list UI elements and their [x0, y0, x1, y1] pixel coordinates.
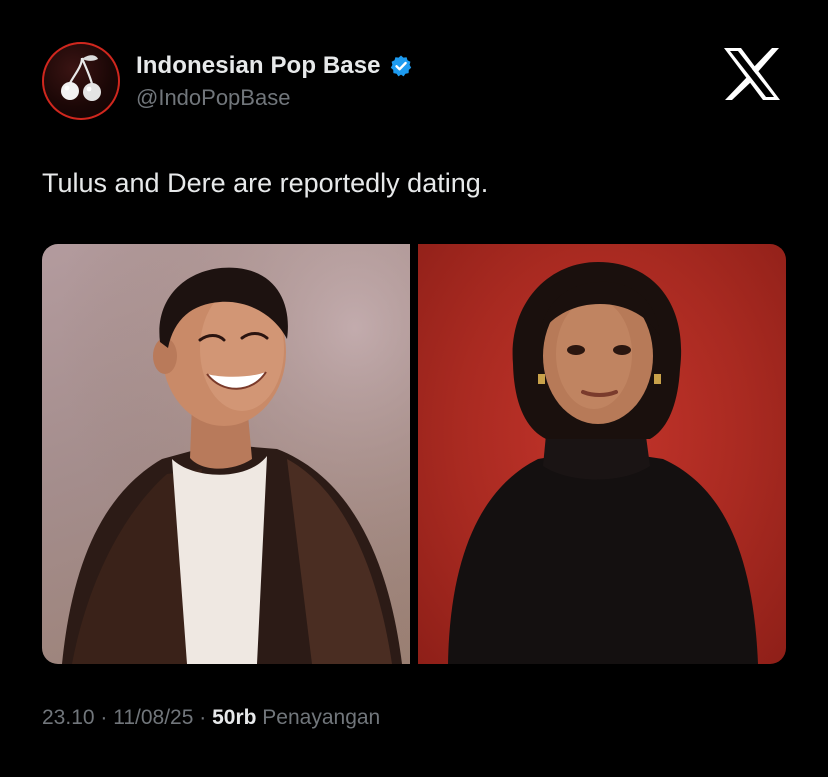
- tweet-text: Tulus and Dere are reportedly dating.: [42, 168, 489, 198]
- separator: ·: [193, 706, 213, 729]
- author-display-name[interactable]: Indonesian Pop Base: [136, 52, 381, 80]
- author-name-row: Indonesian Pop Base: [136, 52, 413, 80]
- tweet-date[interactable]: 11/08/25: [113, 706, 193, 730]
- separator: ·: [94, 706, 114, 729]
- man-illustration: [42, 244, 410, 664]
- cherries-icon: [61, 55, 101, 101]
- avatar[interactable]: [42, 42, 120, 120]
- photo-man-laughing[interactable]: [42, 244, 410, 664]
- views-label: Penayangan: [262, 706, 381, 729]
- photo-woman-portrait[interactable]: [418, 244, 786, 664]
- woman-illustration: [448, 262, 758, 664]
- tweet-card[interactable]: Indonesian Pop Base @IndoPopBase Tulus a…: [0, 0, 828, 777]
- tweet-time[interactable]: 23.10: [42, 706, 95, 730]
- x-logo-icon[interactable]: [722, 46, 782, 102]
- verified-badge-icon: [389, 54, 413, 78]
- tweet-media[interactable]: [42, 244, 786, 664]
- author-handle[interactable]: @IndoPopBase: [136, 85, 290, 111]
- views-count: 50rb: [212, 706, 257, 729]
- tweet-footer: 23.10 · 11/08/25 · 50rb Penayangan: [42, 706, 380, 730]
